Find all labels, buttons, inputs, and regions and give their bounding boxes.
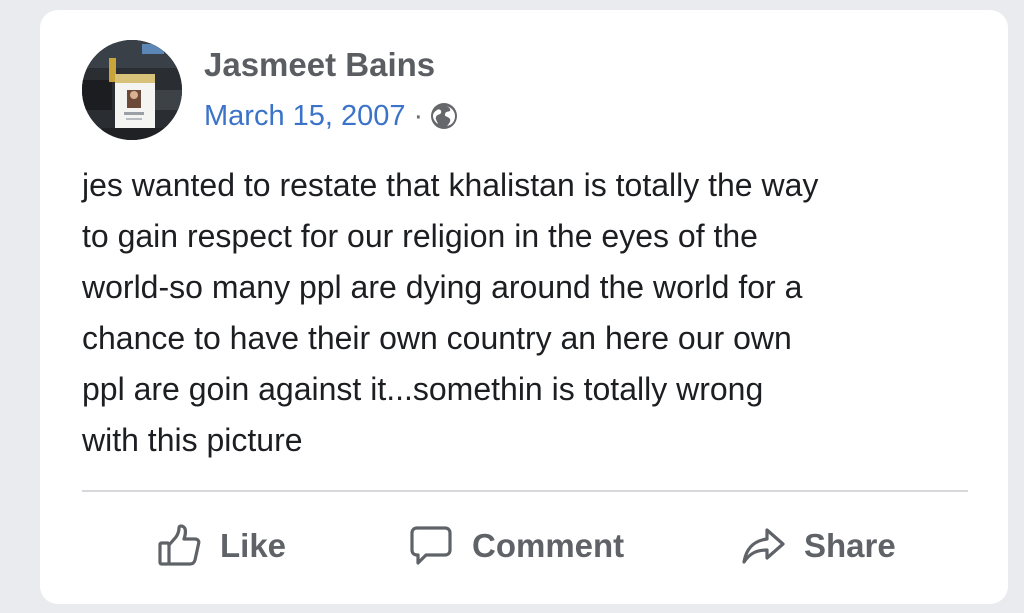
share-label: Share bbox=[804, 527, 896, 564]
like-button[interactable]: Like bbox=[156, 518, 286, 574]
post-text-line: to gain respect for our religion in the … bbox=[82, 218, 758, 254]
post-text-line: with this picture bbox=[82, 422, 303, 458]
meta-separator: · bbox=[413, 99, 424, 132]
post-text-line: chance to have their own country an here… bbox=[82, 320, 792, 356]
post-body: jes wanted to restate that khalistan is … bbox=[82, 160, 982, 466]
comment-icon bbox=[408, 523, 454, 569]
comment-label: Comment bbox=[472, 527, 625, 564]
globe-icon[interactable] bbox=[429, 101, 459, 131]
comment-button[interactable]: Comment bbox=[408, 518, 624, 574]
thumbs-up-icon bbox=[156, 523, 202, 569]
like-label: Like bbox=[220, 527, 287, 564]
share-arrow-icon bbox=[740, 523, 786, 569]
author-name[interactable]: Jasmeet Bains bbox=[204, 46, 435, 84]
share-button[interactable]: Share bbox=[740, 518, 896, 574]
post-card: Jasmeet Bains March 15, 2007 · jes wante… bbox=[40, 10, 1008, 604]
post-date[interactable]: March 15, 2007 bbox=[204, 100, 406, 133]
post-meta: March 15, 2007 · bbox=[204, 96, 459, 136]
avatar-photo bbox=[82, 40, 182, 140]
post-text-line: world-so many ppl are dying around the w… bbox=[82, 269, 803, 305]
post-text-line: jes wanted to restate that khalistan is … bbox=[82, 167, 819, 203]
avatar[interactable] bbox=[82, 40, 182, 140]
divider bbox=[82, 490, 968, 492]
post-text-line: ppl are goin against it...somethin is to… bbox=[82, 371, 764, 407]
